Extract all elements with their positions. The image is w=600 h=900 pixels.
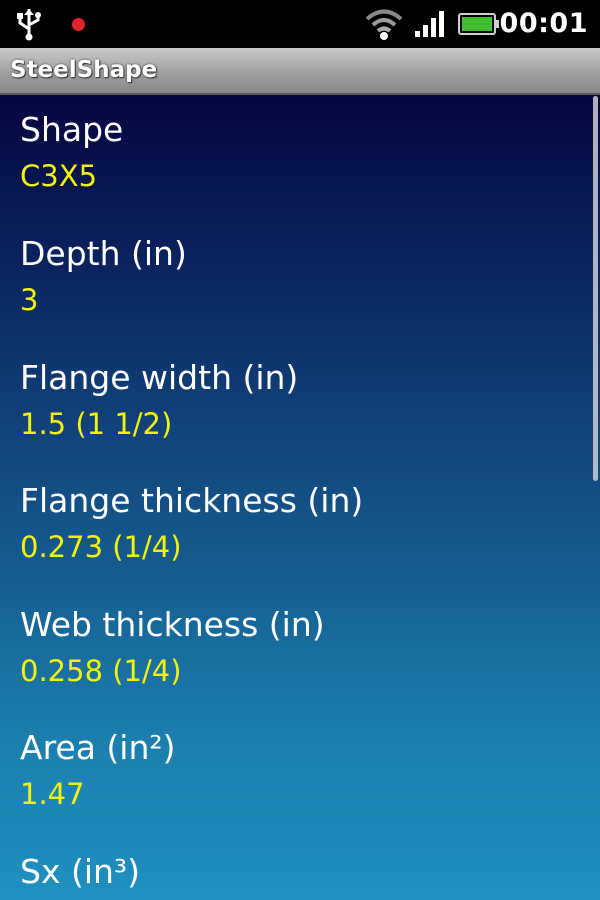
property-value: C3X5 <box>20 159 98 193</box>
app-title-bar: SteelShape <box>0 48 600 95</box>
battery-icon <box>456 0 500 48</box>
property-value: 0.273 (1/4) <box>20 530 182 564</box>
scrollbar[interactable] <box>593 96 598 481</box>
property-label: Flange thickness (in) <box>20 481 364 520</box>
list-item: Web thickness (in) 0.258 (1/4) <box>20 605 325 689</box>
wifi-icon <box>364 0 404 48</box>
status-bar: 00:01 <box>0 0 600 48</box>
list-item: Area (in²) 1.47 <box>20 728 176 812</box>
clock: 00:01 <box>499 8 588 39</box>
list-item: Flange width (in) 1.5 (1 1/2) <box>20 358 298 442</box>
signal-icon <box>414 0 446 48</box>
property-value: 0.258 (1/4) <box>20 654 182 688</box>
usb-icon <box>14 0 44 48</box>
property-list[interactable]: Shape C3X5 Depth (in) 3 Flange width (in… <box>0 95 600 900</box>
property-label: Web thickness (in) <box>20 605 325 644</box>
property-label: Sx (in³) <box>20 852 141 891</box>
property-label: Flange width (in) <box>20 358 299 397</box>
list-item: Shape C3X5 <box>20 110 123 194</box>
property-value: 1.47 <box>20 777 85 811</box>
property-label: Shape <box>20 110 124 149</box>
property-value: 1.5 (1 1/2) <box>20 407 173 441</box>
app-title: SteelShape <box>10 57 158 83</box>
list-item: Flange thickness (in) 0.273 (1/4) <box>20 481 363 565</box>
property-label: Area (in²) <box>20 728 176 767</box>
notification-dot-icon <box>72 0 85 48</box>
list-item: Sx (in³) <box>20 852 140 900</box>
property-label: Depth (in) <box>20 234 187 273</box>
list-item: Depth (in) 3 <box>20 234 187 318</box>
property-value: 3 <box>20 283 39 317</box>
